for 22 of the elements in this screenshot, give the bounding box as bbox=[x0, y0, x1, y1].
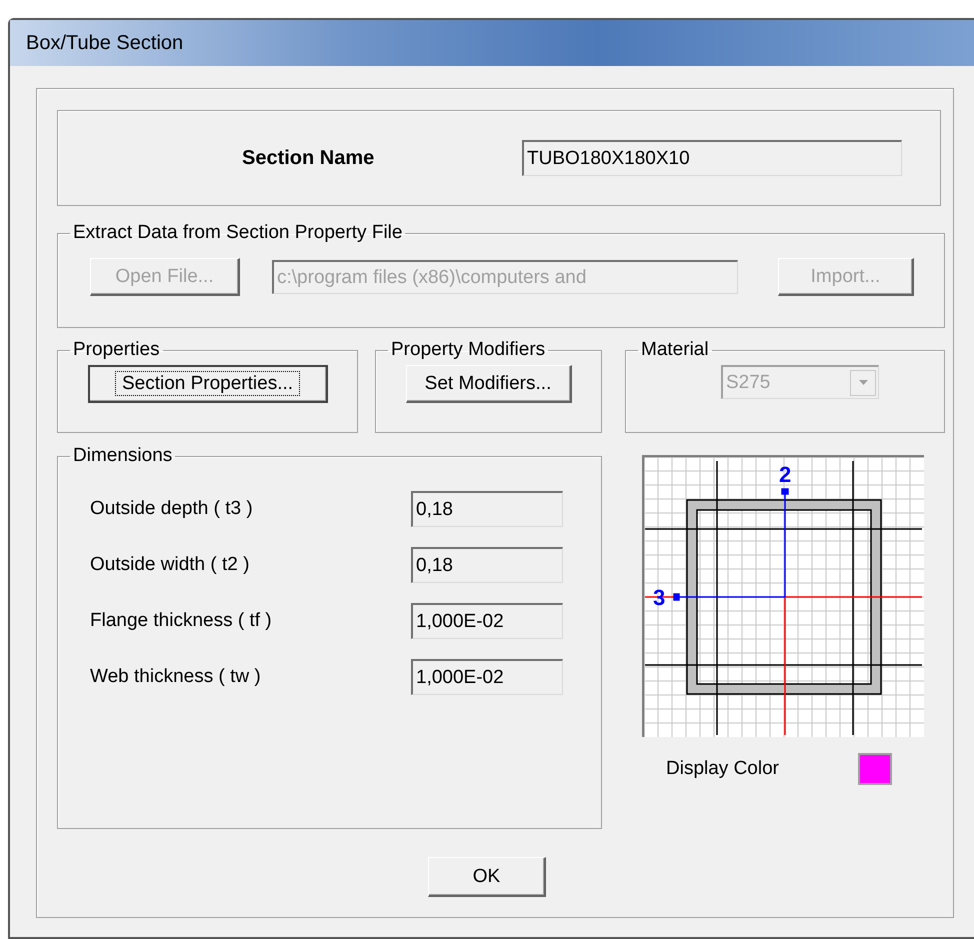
dimension-field[interactable]: 0,18 bbox=[411, 547, 563, 583]
group-label: Extract Data from Section Property File bbox=[72, 222, 404, 244]
group-label: Dimensions bbox=[72, 445, 174, 467]
dimension-label: Web thickness ( tw ) bbox=[90, 666, 261, 688]
dimension-label: Outside depth ( t3 ) bbox=[90, 498, 253, 520]
window-title: Box/Tube Section bbox=[26, 32, 184, 54]
dimension-label: Flange thickness ( tf ) bbox=[90, 610, 272, 632]
ok-button[interactable]: OK bbox=[428, 857, 546, 897]
set-modifiers-button[interactable]: Set Modifiers... bbox=[406, 365, 572, 403]
dropdown-arrow-icon bbox=[858, 380, 868, 385]
group-label: Properties bbox=[72, 339, 161, 361]
section-name-field[interactable]: TUBO180X180X10 bbox=[522, 140, 902, 176]
dimension-field[interactable]: 0,18 bbox=[411, 491, 563, 527]
section-name-label: Section Name bbox=[242, 146, 376, 170]
group-label: Material bbox=[640, 339, 710, 361]
dimension-label: Outside width ( t2 ) bbox=[90, 554, 250, 576]
section-properties-button[interactable]: Section Properties... bbox=[88, 365, 328, 403]
dimension-field[interactable]: 1,000E-02 bbox=[411, 603, 563, 639]
color-swatch[interactable] bbox=[858, 753, 892, 785]
dimension-field[interactable]: 1,000E-02 bbox=[411, 659, 563, 695]
display-color-label: Display Color bbox=[666, 758, 780, 780]
group-label: Property Modifiers bbox=[390, 339, 546, 361]
